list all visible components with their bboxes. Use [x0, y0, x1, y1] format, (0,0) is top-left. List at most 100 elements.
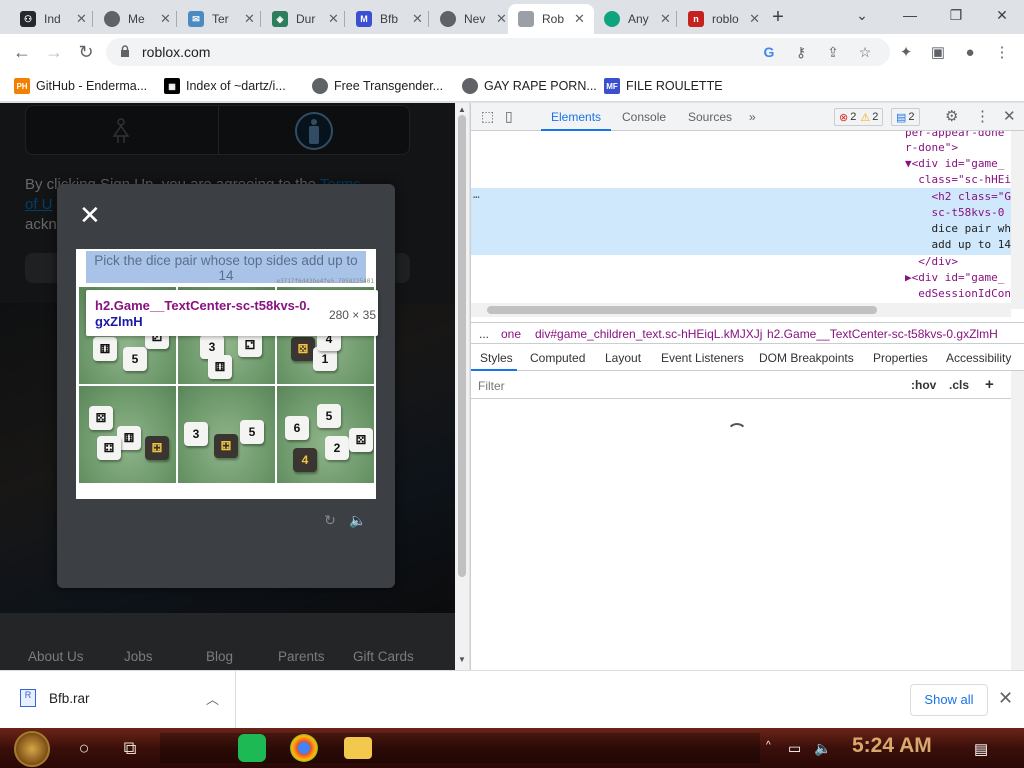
tab-computed[interactable]: Computed — [530, 351, 585, 365]
notifications-icon[interactable]: ▤ — [974, 740, 988, 758]
node-actions-icon[interactable]: … — [473, 187, 480, 204]
volume-icon[interactable]: 🔈 — [814, 740, 831, 757]
tab-console[interactable]: Console — [622, 110, 666, 124]
key-icon[interactable]: ⚷ — [792, 43, 810, 61]
footer-link-about[interactable]: About Us — [28, 649, 84, 664]
elements-h-scrollbar[interactable] — [471, 303, 1011, 317]
code-line[interactable]: ▼<div id="game_ — [905, 156, 1004, 173]
extensions-icon[interactable]: ✦ — [896, 43, 916, 63]
tab-0[interactable]: ⚇ Ind ✕ — [10, 4, 92, 34]
start-button[interactable] — [14, 731, 50, 767]
close-icon[interactable]: ✕ — [749, 11, 760, 27]
show-all-button[interactable]: Show all — [910, 684, 988, 716]
close-icon[interactable]: ✕ — [160, 11, 171, 27]
close-icon[interactable]: ✕ — [660, 11, 671, 27]
close-icon[interactable]: ✕ — [328, 11, 339, 27]
share-icon[interactable]: ⇪ — [824, 43, 842, 61]
captcha-option-4[interactable]: ⚄ ⚅ ⚃ ⚃ — [79, 386, 176, 483]
bookmark-0[interactable]: PH GitHub - Enderma... — [14, 77, 147, 95]
page-scrollbar[interactable]: ▲ ▼ — [455, 103, 469, 670]
tab-layout[interactable]: Layout — [605, 351, 641, 365]
footer-link-blog[interactable]: Blog — [206, 649, 233, 664]
back-button[interactable]: ← — [10, 40, 34, 64]
device-toolbar-icon[interactable]: ▯ — [505, 108, 513, 125]
tab-accessibility[interactable]: Accessibility — [946, 351, 1011, 365]
new-tab-button[interactable]: + — [766, 6, 790, 30]
tab-5[interactable]: Nev ✕ — [430, 4, 512, 34]
tab-2[interactable]: ✉ Ter ✕ — [178, 4, 260, 34]
close-icon[interactable]: ✕ — [998, 688, 1013, 709]
messages-badge[interactable]: ▤ 2 — [891, 108, 920, 126]
network-icon[interactable]: ▭ — [788, 740, 801, 757]
breadcrumb-item[interactable]: ... — [479, 327, 489, 341]
filter-input[interactable]: Filter — [478, 379, 505, 393]
scroll-down-icon[interactable]: ▼ — [458, 655, 466, 664]
tab-4[interactable]: M Bfb ✕ — [346, 4, 428, 34]
side-panel-icon[interactable]: ▣ — [928, 43, 948, 63]
refresh-icon[interactable]: ↻ — [321, 511, 339, 529]
inspect-element-icon[interactable]: ⬚ — [481, 108, 494, 125]
hov-toggle[interactable]: :hov — [911, 378, 936, 392]
folder-icon[interactable] — [344, 737, 372, 759]
tab-3[interactable]: ◈ Dur ✕ — [262, 4, 344, 34]
tab-elements[interactable]: Elements — [551, 110, 601, 124]
styles-filter[interactable]: Filter :hov .cls + — [471, 373, 1024, 399]
google-icon[interactable]: G — [760, 43, 778, 61]
reload-button[interactable]: ↻ — [74, 40, 98, 64]
address-bar[interactable]: roblox.com G ⚷ ⇪ ☆ — [106, 38, 890, 66]
close-icon[interactable]: ✕ — [79, 202, 101, 228]
tab-1[interactable]: Me ✕ — [94, 4, 176, 34]
tab-dom-breakpoints[interactable]: DOM Breakpoints — [759, 351, 854, 365]
settings-icon[interactable]: ⚙ — [945, 107, 958, 125]
breadcrumb-item[interactable]: div#game_children_text.sc-hHEiqL.kMJXJj — [535, 327, 762, 341]
spreadsheet-app-icon[interactable] — [238, 734, 266, 762]
captcha-option-5[interactable]: 3 ⚃ 5 — [178, 386, 275, 483]
tab-6-active[interactable]: Rob ✕ — [508, 4, 594, 34]
clock[interactable]: 5:24 AM — [852, 734, 932, 758]
close-icon[interactable]: ✕ — [244, 11, 255, 27]
close-icon[interactable]: ✕ — [76, 11, 87, 27]
footer-link-parents[interactable]: Parents — [278, 649, 325, 664]
star-icon[interactable]: ☆ — [856, 43, 874, 61]
breadcrumb-item[interactable]: one — [501, 327, 521, 341]
code-line[interactable]: ▶<div id="game_ — [905, 270, 1004, 287]
captcha-option-6[interactable]: 6 5 2 4 ⚄ — [277, 386, 374, 483]
tab-sources[interactable]: Sources — [688, 110, 732, 124]
forward-button[interactable]: → — [42, 40, 66, 64]
scroll-thumb[interactable] — [458, 115, 466, 577]
task-view-icon[interactable]: ⧉ — [118, 736, 142, 760]
more-tabs-icon[interactable]: » — [749, 110, 756, 124]
scroll-thumb[interactable] — [487, 306, 877, 314]
tab-styles[interactable]: Styles — [480, 351, 513, 365]
tab-7[interactable]: Any ✕ — [594, 4, 676, 34]
styles-scrollbar[interactable] — [1011, 371, 1024, 670]
code-line-selected[interactable]: <h2 class="G — [905, 189, 1010, 206]
bookmark-1[interactable]: ▦ Index of ~dartz/i... — [164, 77, 286, 95]
tab-search-icon[interactable]: ⌄ — [846, 4, 878, 26]
tab-event-listeners[interactable]: Event Listeners — [661, 351, 744, 365]
profile-icon[interactable]: ● — [960, 43, 980, 63]
close-icon[interactable]: ✕ — [412, 11, 423, 27]
minimize-button[interactable]: — — [894, 4, 926, 26]
audio-icon[interactable]: 🔈 — [349, 511, 367, 529]
kebab-menu-icon[interactable]: ⋮ — [975, 107, 990, 125]
chevron-up-icon[interactable]: ^ — [766, 740, 771, 751]
cortana-icon[interactable]: ○ — [72, 736, 96, 760]
menu-icon[interactable]: ⋮ — [992, 43, 1012, 63]
add-rule-icon[interactable]: + — [985, 376, 994, 393]
window-close-button[interactable]: ✕ — [986, 4, 1018, 26]
tab-8[interactable]: n roblox- ✕ — [678, 4, 760, 34]
bookmark-2[interactable]: Free Transgender... — [312, 77, 443, 95]
close-icon[interactable]: ✕ — [574, 11, 585, 27]
footer-link-gift-cards[interactable]: Gift Cards — [353, 649, 414, 664]
close-devtools-icon[interactable]: ✕ — [1003, 107, 1016, 125]
download-item[interactable]: R Bfb.rar ︿ — [0, 671, 236, 729]
restore-button[interactable]: ❐ — [940, 4, 972, 26]
bookmark-4[interactable]: MF FILE ROULETTE — [604, 77, 723, 95]
elements-scrollbar[interactable] — [1011, 131, 1024, 309]
chrome-icon[interactable] — [290, 734, 318, 762]
bookmark-3[interactable]: GAY RAPE PORN... — [462, 77, 597, 95]
footer-link-jobs[interactable]: Jobs — [124, 649, 153, 664]
chevron-up-icon[interactable]: ︿ — [206, 689, 219, 708]
issues-badge[interactable]: ⊗ 2 ⚠ 2 — [834, 108, 884, 126]
